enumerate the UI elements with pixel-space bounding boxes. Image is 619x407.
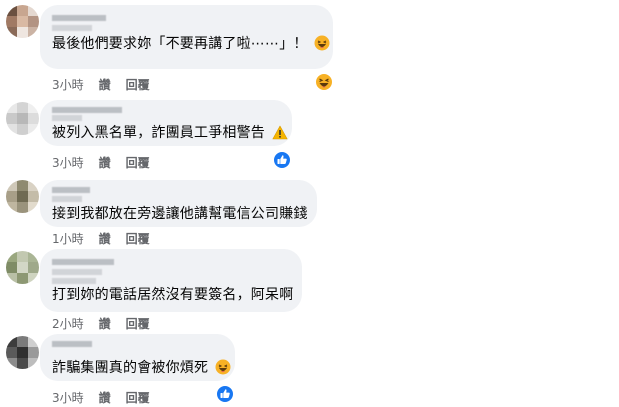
laughing-emoji-icon — [215, 359, 231, 380]
avatar[interactable] — [6, 102, 39, 135]
comment-actions: 2小時讚回覆 — [52, 315, 165, 332]
laughing-emoji-icon — [314, 35, 330, 56]
avatar[interactable] — [6, 5, 39, 38]
comment-time[interactable]: 3小時 — [52, 389, 84, 406]
comment-time[interactable]: 3小時 — [52, 154, 84, 171]
comment-time[interactable]: 1小時 — [52, 230, 84, 247]
comment-time[interactable]: 3小時 — [52, 76, 84, 93]
like-link[interactable]: 讚 — [99, 154, 111, 171]
comment-text: 詐騙集團真的會被你煩死 — [52, 359, 231, 380]
avatar[interactable] — [6, 336, 39, 369]
comment-bubble: 詐騙集團真的會被你煩死 — [40, 334, 235, 381]
author-name-blurred[interactable] — [52, 184, 305, 205]
comment-text: 被列入黑名單，詐團員工爭相警告 — [52, 124, 288, 145]
comment-bubble: 接到我都放在旁邊讓他講幫電信公司賺錢 — [40, 180, 317, 227]
reply-link[interactable]: 回覆 — [126, 76, 150, 93]
avatar[interactable] — [6, 180, 39, 213]
reply-link[interactable]: 回覆 — [126, 315, 150, 332]
comment-bubble: 被列入黑名單，詐團員工爭相警告 — [40, 100, 292, 146]
author-name-blurred[interactable] — [52, 104, 280, 124]
comment-text: 最後他們要求妳「不要再講了啦⋯⋯」！ — [52, 35, 330, 56]
warning-emoji-icon — [272, 125, 288, 145]
like-reaction-icon[interactable] — [273, 151, 291, 169]
like-reaction-icon[interactable] — [216, 385, 234, 403]
comment-text: 接到我都放在旁邊讓他講幫電信公司賺錢 — [52, 206, 308, 222]
like-link[interactable]: 讚 — [99, 315, 111, 332]
comment-actions: 3小時讚回覆 — [52, 76, 165, 93]
comment-bubble: 最後他們要求妳「不要再講了啦⋯⋯」！ — [40, 5, 333, 69]
like-link[interactable]: 讚 — [99, 76, 111, 93]
reply-link[interactable]: 回覆 — [126, 154, 150, 171]
comment-actions: 3小時讚回覆 — [52, 154, 165, 171]
comment-actions: 3小時讚回覆 — [52, 389, 165, 406]
reply-link[interactable]: 回覆 — [126, 389, 150, 406]
reply-link[interactable]: 回覆 — [126, 230, 150, 247]
author-name-blurred[interactable] — [52, 11, 321, 35]
haha-reaction-icon[interactable] — [315, 73, 333, 91]
like-link[interactable]: 讚 — [99, 230, 111, 247]
author-name-blurred[interactable] — [52, 338, 223, 359]
comment-actions: 1小時讚回覆 — [52, 230, 165, 247]
comment-bubble: 打到妳的電話居然沒有要簽名，阿呆啊 — [40, 249, 302, 312]
avatar[interactable] — [6, 251, 39, 284]
like-link[interactable]: 讚 — [99, 389, 111, 406]
author-name-blurred[interactable] — [52, 255, 290, 286]
comment-time[interactable]: 2小時 — [52, 315, 84, 332]
comment-text: 打到妳的電話居然沒有要簽名，阿呆啊 — [52, 287, 294, 303]
